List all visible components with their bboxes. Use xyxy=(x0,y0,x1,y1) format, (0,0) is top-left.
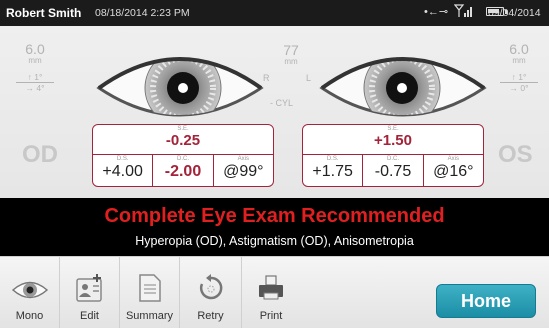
left-eye-letter: L xyxy=(306,73,312,83)
right-eye-image xyxy=(96,57,264,117)
status-bar: Robert Smith 08/18/2014 2:23 PM •←⊸ 09/0… xyxy=(0,0,549,26)
print-button[interactable]: Print xyxy=(242,257,300,328)
retry-label: Retry xyxy=(197,310,224,322)
od-axis-label: Axis xyxy=(237,156,249,162)
od-axis-value: @99° xyxy=(223,163,264,180)
left-pupil-unit: mm xyxy=(28,56,42,65)
os-dc-cell: D.C. -0.75 xyxy=(363,155,424,186)
od-dc-label: D.C. xyxy=(176,156,189,162)
exam-datetime: 08/18/2014 2:23 PM xyxy=(95,7,190,19)
right-pupil-value: 6.0 xyxy=(509,41,529,57)
usb-icon: •←⊸ xyxy=(424,6,449,18)
right-gaze: ↑ 1° → 0° xyxy=(500,72,538,93)
os-ds-value: +1.75 xyxy=(312,163,353,180)
left-gaze-vertical: ↑ 1° xyxy=(27,72,43,82)
os-dc-label: D.C. xyxy=(386,156,399,162)
measurement-area: 6.0 mm ↑ 1° → 4° OD 6.0 mm ↑ 1° → 0° OS … xyxy=(0,26,549,198)
left-gaze: ↑ 1° → 4° xyxy=(16,72,54,93)
left-eye-image xyxy=(319,57,487,117)
edit-button[interactable]: Edit xyxy=(60,257,120,328)
os-ds-cell: D.S. +1.75 xyxy=(303,155,364,186)
mono-button[interactable]: Mono xyxy=(0,257,60,328)
od-ds-value: +4.00 xyxy=(102,163,143,180)
right-pupil-size: 6.0 mm xyxy=(504,42,534,65)
mono-label: Mono xyxy=(15,310,44,322)
printer-icon xyxy=(259,275,283,300)
edit-patient-icon xyxy=(75,274,102,302)
print-label: Print xyxy=(259,310,283,322)
od-axis-cell: Axis @99° xyxy=(214,155,273,186)
od-label: OD xyxy=(22,141,58,168)
bottom-toolbar: Mono Edit Summary Retry Print Home xyxy=(0,256,549,328)
os-ds-label: D.S. xyxy=(326,156,339,162)
od-ds-label: D.S. xyxy=(116,156,129,162)
os-cells: D.S. +1.75 D.C. -0.75 Axis @16° xyxy=(303,154,483,186)
document-icon xyxy=(138,274,161,302)
cyl-label: - CYL xyxy=(270,98,294,108)
pupil-distance: 77 mm xyxy=(280,43,302,66)
recommendation-title: Complete Eye Exam Recommended xyxy=(104,205,445,227)
summary-button[interactable]: Summary xyxy=(120,257,180,328)
retry-button[interactable]: Retry xyxy=(180,257,242,328)
os-axis-value: @16° xyxy=(433,163,474,180)
left-pupil-size: 6.0 mm xyxy=(20,42,50,65)
os-dc-value: -0.75 xyxy=(374,163,412,180)
right-gaze-horizontal: → 0° xyxy=(509,83,529,93)
od-se-value: -0.25 xyxy=(165,132,201,149)
od-dc-cell: D.C. -2.00 xyxy=(153,155,214,186)
edit-label: Edit xyxy=(80,310,99,322)
summary-label: Summary xyxy=(125,310,174,322)
od-dc-value: -2.00 xyxy=(164,163,202,180)
os-result-box: S.E. +1.50 D.S. +1.75 D.C. -0.75 Axis @1… xyxy=(302,124,484,187)
current-date: 09/04/2014 xyxy=(488,7,541,19)
os-axis-label: Axis xyxy=(447,156,459,162)
os-label: OS xyxy=(498,141,533,168)
right-gaze-vertical: ↑ 1° xyxy=(511,72,527,82)
left-gaze-horizontal: → 4° xyxy=(25,83,45,93)
os-axis-cell: Axis @16° xyxy=(424,155,483,186)
os-se-value: +1.50 xyxy=(374,132,412,149)
od-result-box: S.E. -0.25 D.S. +4.00 D.C. -2.00 Axis @9… xyxy=(92,124,274,187)
home-button[interactable]: Home xyxy=(436,284,536,318)
user-name: Robert Smith xyxy=(6,6,82,20)
od-ds-cell: D.S. +4.00 xyxy=(93,155,154,186)
recommendation-banner: Complete Eye Exam Recommended Hyperopia … xyxy=(0,198,549,256)
pupil-distance-value: 77 xyxy=(283,42,299,58)
signal-icon xyxy=(454,4,472,17)
od-cells: D.S. +4.00 D.C. -2.00 Axis @99° xyxy=(93,154,273,186)
pupil-distance-unit: mm xyxy=(284,57,298,66)
left-pupil-value: 6.0 xyxy=(25,41,45,57)
eye-icon xyxy=(11,281,48,299)
right-pupil-unit: mm xyxy=(512,56,526,65)
retry-icon xyxy=(199,274,222,300)
findings-text: Hyperopia (OD), Astigmatism (OD), Anisom… xyxy=(135,234,414,248)
